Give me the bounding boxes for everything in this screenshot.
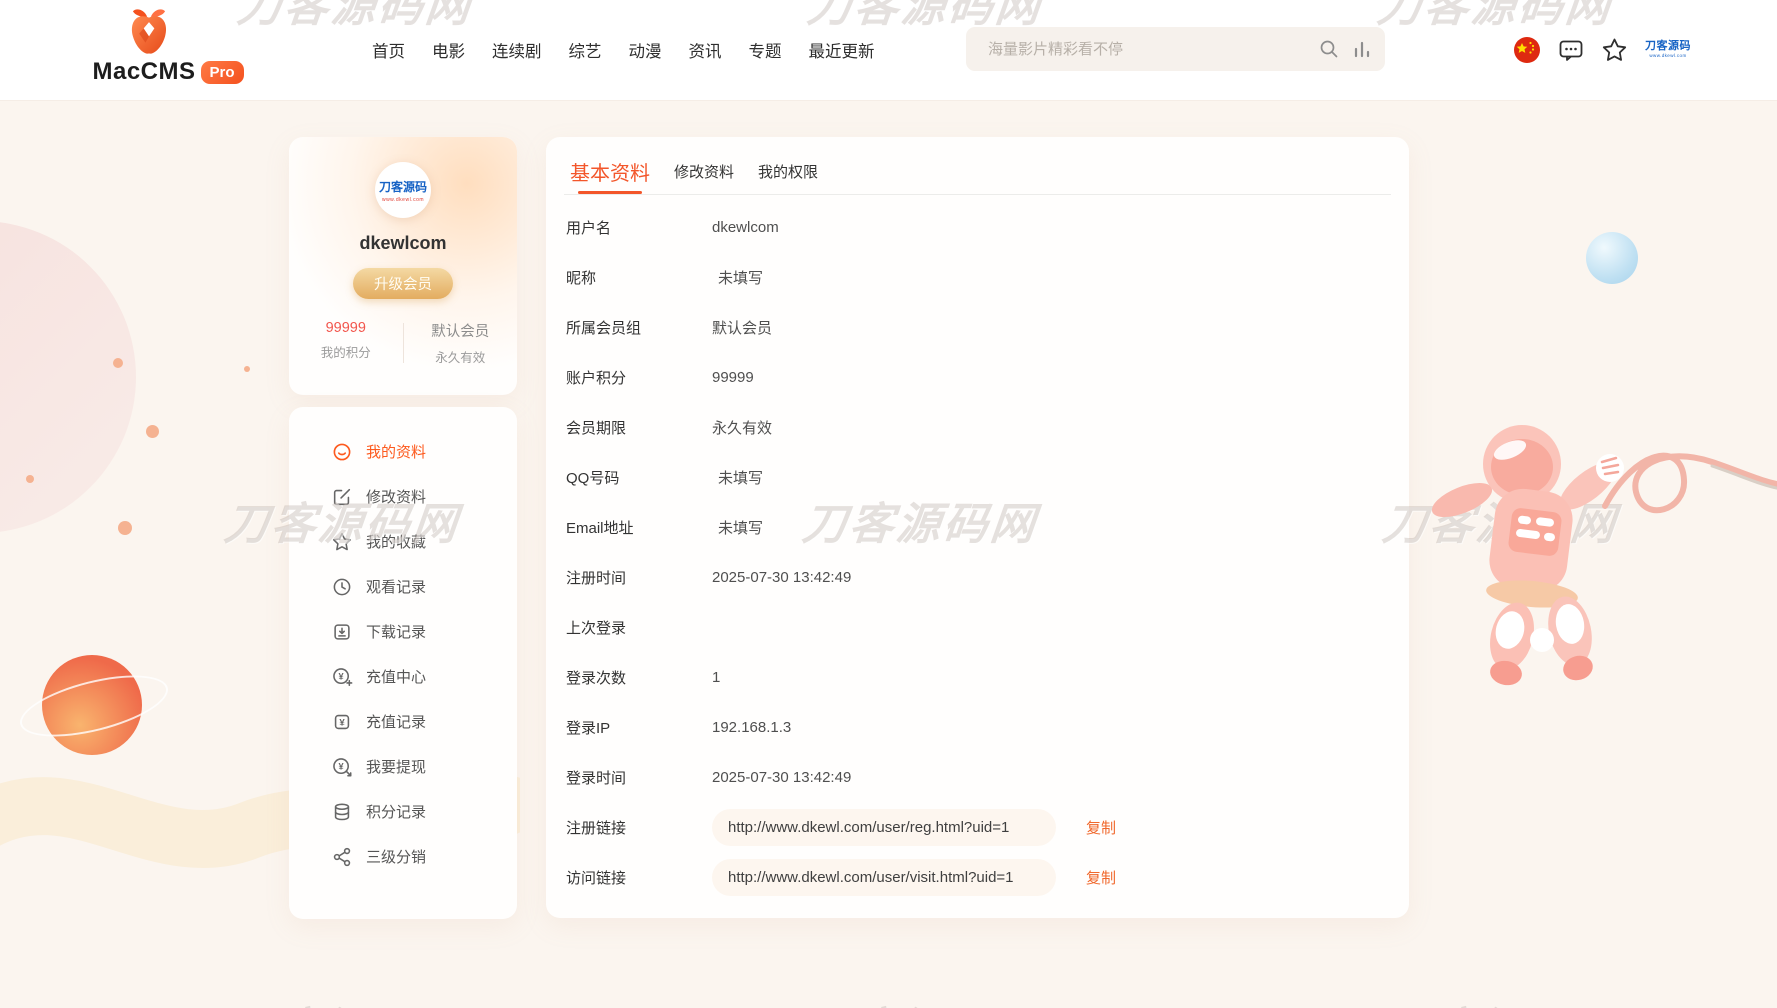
site-logo[interactable]: MacCMS Pro (97, 6, 239, 86)
planet-ring (14, 663, 174, 748)
username: dkewlcom (289, 233, 517, 254)
messages-icon[interactable] (1558, 37, 1584, 63)
active-tab-underline (578, 191, 642, 194)
apple-logo-icon (127, 6, 171, 56)
withdraw-icon: ¥ (331, 756, 353, 778)
main-nav: 首页 电影 连续剧 综艺 动漫 资讯 专题 最近更新 (372, 0, 875, 100)
points-value: 99999 (289, 320, 403, 336)
menu-item-download-history[interactable]: 下载记录 (331, 609, 517, 654)
row-email: Email地址 未填写 (566, 502, 1409, 552)
watermark: 刀客源码网 (802, 993, 1044, 1008)
row-login-time: 登录时间 2025-07-30 13:42:49 (566, 752, 1409, 802)
watermark: 刀客源码网 (226, 993, 468, 1008)
points-label: 我的积分 (289, 342, 403, 361)
language-flag-icon[interactable] (1513, 36, 1541, 64)
nav-item-topics[interactable]: 专题 (749, 38, 782, 62)
menu-item-edit-profile[interactable]: 修改资料 (331, 474, 517, 519)
watermark: 刀客源码网 (1382, 993, 1624, 1008)
dot-decoration (146, 425, 159, 438)
member-group: 默认会员 (404, 320, 518, 341)
dot-decoration (26, 475, 34, 483)
recharge-record-icon: ¥ (331, 711, 353, 733)
menu-item-points-record[interactable]: 积分记录 (331, 789, 517, 834)
pink-circle-decoration (0, 221, 136, 533)
astronaut-illustration (1420, 388, 1777, 688)
brand-badge: Pro (201, 61, 244, 84)
clock-icon (331, 576, 353, 598)
row-account-points: 账户积分 99999 (566, 352, 1409, 402)
menu-item-watch-history[interactable]: 观看记录 (331, 564, 517, 609)
profile-stats: 99999 我的积分 默认会员 永久有效 (289, 320, 517, 366)
menu-item-three-level-distribution[interactable]: 三级分销 (331, 834, 517, 879)
profile-tabs: 基本资料 修改资料 我的权限 (546, 137, 1409, 194)
tab-basic-info[interactable]: 基本资料 (570, 157, 650, 194)
brand-name: MacCMS (92, 58, 195, 86)
page: MacCMS Pro 首页 电影 连续剧 综艺 动漫 资讯 专题 最近更新 (0, 0, 1777, 1008)
avatar[interactable]: 刀客源码 www.dkewl.com (375, 162, 431, 218)
profile-card: 刀客源码 www.dkewl.com dkewlcom 升级会员 99999 我… (289, 137, 517, 395)
nav-item-movies[interactable]: 电影 (432, 38, 465, 62)
tab-my-permissions[interactable]: 我的权限 (758, 161, 818, 194)
menu-item-my-profile[interactable]: 我的资料 (331, 429, 517, 474)
row-member-term: 会员期限 永久有效 (566, 402, 1409, 452)
header: MacCMS Pro 首页 电影 连续剧 综艺 动漫 资讯 专题 最近更新 (0, 0, 1777, 100)
share-icon (331, 846, 353, 868)
dot-decoration (244, 366, 250, 372)
profile-detail-rows: 用户名 dkewlcom 昵称 未填写 所属会员组 默认会员 账户积分 9999… (546, 195, 1409, 902)
row-member-group: 所属会员组 默认会员 (566, 302, 1409, 352)
planet-decoration (42, 655, 142, 755)
nav-item-series[interactable]: 连续剧 (492, 38, 542, 62)
visit-link-input[interactable] (712, 859, 1056, 896)
copy-register-link-button[interactable]: 复制 (1080, 816, 1122, 839)
profile-smile-icon (331, 441, 353, 463)
recharge-icon: ¥ (331, 666, 353, 688)
menu-item-recharge-record[interactable]: ¥ 充值记录 (331, 699, 517, 744)
copy-visit-link-button[interactable]: 复制 (1080, 866, 1122, 889)
dkewl-mini-logo[interactable]: 刀客源码 www.dkewl.com (1645, 41, 1691, 59)
nav-item-variety[interactable]: 综艺 (569, 38, 602, 62)
row-login-ip: 登录IP 192.168.1.3 (566, 702, 1409, 752)
header-icons: 刀客源码 www.dkewl.com (1513, 0, 1691, 100)
menu-item-my-favorites[interactable]: 我的收藏 (331, 519, 517, 564)
watermark: 刀客源码网 (1380, 488, 1622, 552)
row-register-link: 注册链接 复制 (566, 802, 1409, 852)
row-last-login: 上次登录 (566, 602, 1409, 652)
row-username: 用户名 dkewlcom (566, 202, 1409, 252)
register-link-input[interactable] (712, 809, 1056, 846)
trending-chart-icon[interactable] (1353, 39, 1371, 59)
svg-text:¥: ¥ (339, 717, 345, 728)
upgrade-member-button[interactable]: 升级会员 (353, 268, 453, 299)
main-content-card: 基本资料 修改资料 我的权限 用户名 dkewlcom 昵称 未填写 所属会员组… (546, 137, 1409, 918)
download-icon (331, 621, 353, 643)
sidebar-menu: 我的资料 修改资料 我的收藏 观看记录 下载记录 ¥ 充值中心 (289, 407, 517, 879)
row-nickname: 昵称 未填写 (566, 252, 1409, 302)
search-input[interactable] (986, 40, 1319, 59)
menu-item-withdraw[interactable]: ¥ 我要提现 (331, 744, 517, 789)
sidebar-menu-card: 我的资料 修改资料 我的收藏 观看记录 下载记录 ¥ 充值中心 (289, 407, 517, 919)
edit-icon (331, 486, 353, 508)
row-register-time: 注册时间 2025-07-30 13:42:49 (566, 552, 1409, 602)
dot-decoration (118, 521, 132, 535)
favorites-star-icon[interactable] (1601, 37, 1628, 64)
row-login-count: 登录次数 1 (566, 652, 1409, 702)
star-icon (331, 531, 353, 553)
search-bar (966, 27, 1385, 71)
blue-sphere-decoration (1586, 232, 1638, 284)
svg-text:¥: ¥ (339, 761, 345, 771)
menu-item-recharge-center[interactable]: ¥ 充值中心 (331, 654, 517, 699)
row-visit-link: 访问链接 复制 (566, 852, 1409, 902)
nav-item-news[interactable]: 资讯 (689, 38, 722, 62)
row-qq-number: QQ号码 未填写 (566, 452, 1409, 502)
nav-item-recent-updates[interactable]: 最近更新 (809, 38, 875, 62)
svg-text:¥: ¥ (339, 671, 345, 681)
nav-item-anime[interactable]: 动漫 (629, 38, 662, 62)
tab-edit-info[interactable]: 修改资料 (674, 161, 734, 194)
nav-item-home[interactable]: 首页 (372, 38, 405, 62)
dot-decoration (113, 358, 123, 368)
points-record-icon (331, 801, 353, 823)
member-validity: 永久有效 (404, 347, 518, 366)
search-icon[interactable] (1319, 39, 1339, 59)
